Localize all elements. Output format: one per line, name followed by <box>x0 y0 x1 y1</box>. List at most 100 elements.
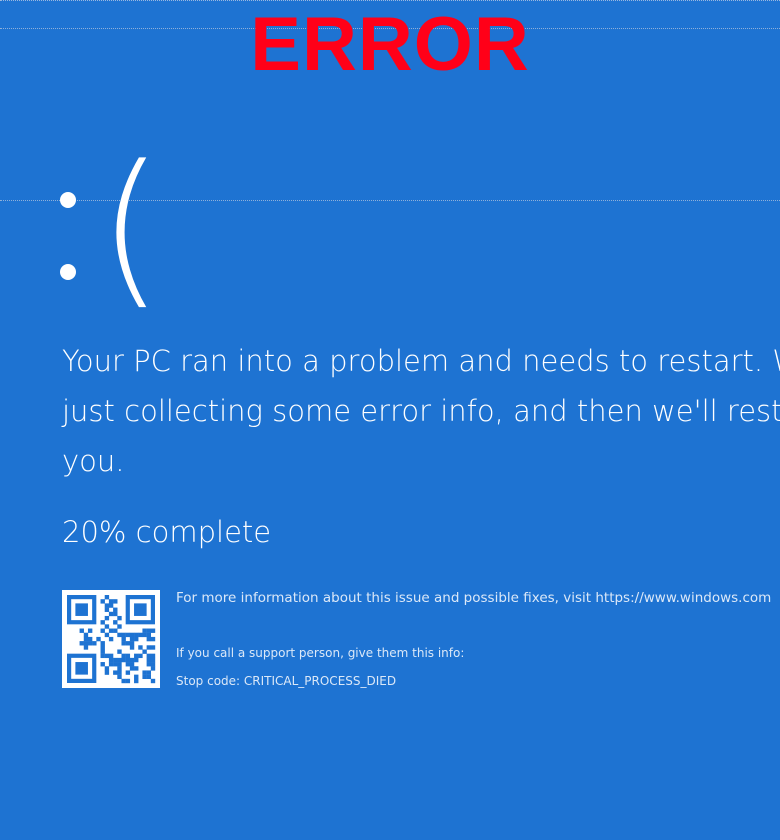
qr-module <box>121 632 126 638</box>
stop-code: Stop code: CRITICAL_PROCESS_DIED <box>176 674 397 688</box>
qr-module <box>150 666 156 671</box>
qr-module <box>150 628 156 633</box>
error-banner: ERROR <box>250 2 530 87</box>
qr-module <box>92 641 97 646</box>
qr-module <box>100 641 105 646</box>
qr-module <box>117 624 122 629</box>
qr-module <box>134 632 139 638</box>
qr-module <box>104 603 110 608</box>
qr-module <box>83 636 89 642</box>
qr-module <box>129 657 135 663</box>
qr-module <box>121 641 126 646</box>
qr-module <box>150 636 156 642</box>
qr-module <box>100 628 105 633</box>
qr-module <box>104 624 110 629</box>
qr-module <box>83 632 89 638</box>
qr-module <box>146 645 152 650</box>
qr-module <box>142 632 147 638</box>
qr-module <box>100 645 105 650</box>
qr-module <box>108 636 114 642</box>
qr-code-icon <box>62 590 160 688</box>
qr-module <box>146 653 152 659</box>
qr-module <box>134 636 139 642</box>
qr-module <box>150 662 156 667</box>
qr-code-graphic <box>67 595 156 684</box>
qr-module <box>117 670 122 675</box>
qr-module <box>79 641 84 646</box>
qr-module <box>108 628 114 633</box>
qr-module <box>129 645 135 650</box>
qr-module <box>100 599 105 604</box>
qr-module <box>113 611 118 617</box>
sad-face-eye-bottom <box>60 264 76 280</box>
qr-module <box>125 641 131 646</box>
qr-module <box>146 662 152 667</box>
info-line: For more information about this issue an… <box>176 590 772 606</box>
qr-module <box>79 628 84 633</box>
qr-module <box>134 666 139 671</box>
qr-module <box>138 632 143 638</box>
sad-face-eye-top <box>60 192 76 208</box>
qr-module <box>125 670 131 675</box>
qr-module <box>104 653 110 659</box>
qr-module <box>108 603 114 608</box>
qr-module <box>134 653 139 659</box>
qr-module <box>117 632 122 638</box>
qr-module <box>100 620 105 625</box>
qr-module <box>108 611 114 617</box>
qr-module <box>104 666 110 671</box>
qr-module <box>117 666 122 671</box>
qr-module <box>125 662 131 667</box>
sad-face-mouth: ( <box>98 129 164 325</box>
qr-module <box>117 649 122 654</box>
qr-module <box>113 620 118 625</box>
qr-module <box>113 607 118 612</box>
qr-module <box>129 632 135 638</box>
qr-module <box>125 678 131 684</box>
qr-module <box>100 662 105 667</box>
qr-module <box>87 641 93 646</box>
qr-module <box>100 653 105 659</box>
qr-module <box>104 595 110 600</box>
qr-module <box>129 636 135 642</box>
qr-module <box>138 653 143 659</box>
qr-module <box>134 603 147 616</box>
qr-module <box>150 657 156 663</box>
error-message: Your PC ran into a problem and needs to … <box>62 344 780 478</box>
qr-module <box>113 628 118 633</box>
qr-module <box>75 662 88 675</box>
qr-module <box>146 674 152 680</box>
qr-module <box>104 632 110 638</box>
qr-module <box>129 662 135 667</box>
qr-module <box>121 657 126 663</box>
qr-module <box>121 636 126 642</box>
qr-module <box>142 628 147 633</box>
qr-module <box>108 657 114 663</box>
qr-module <box>75 603 88 616</box>
support-line: If you call a support person, give them … <box>176 646 465 660</box>
qr-module <box>125 653 131 659</box>
qr-module <box>100 649 105 654</box>
qr-module <box>146 657 152 663</box>
qr-module <box>150 678 156 684</box>
qr-module <box>146 632 152 638</box>
qr-module <box>146 628 152 633</box>
progress-text: 20% complete <box>62 515 272 549</box>
qr-module <box>96 636 101 642</box>
qr-module <box>108 599 114 604</box>
qr-module <box>142 649 147 654</box>
qr-module <box>113 670 118 675</box>
qr-module <box>113 599 118 604</box>
qr-module <box>129 666 135 671</box>
qr-module <box>121 678 126 684</box>
qr-module <box>108 653 114 659</box>
qr-module <box>125 657 131 663</box>
qr-module <box>134 674 139 680</box>
qr-module <box>83 645 89 650</box>
qr-module <box>87 628 93 633</box>
qr-module <box>117 662 122 667</box>
qr-module <box>113 662 118 667</box>
qr-module <box>108 662 114 667</box>
qr-module <box>138 645 143 650</box>
qr-module <box>150 653 156 659</box>
